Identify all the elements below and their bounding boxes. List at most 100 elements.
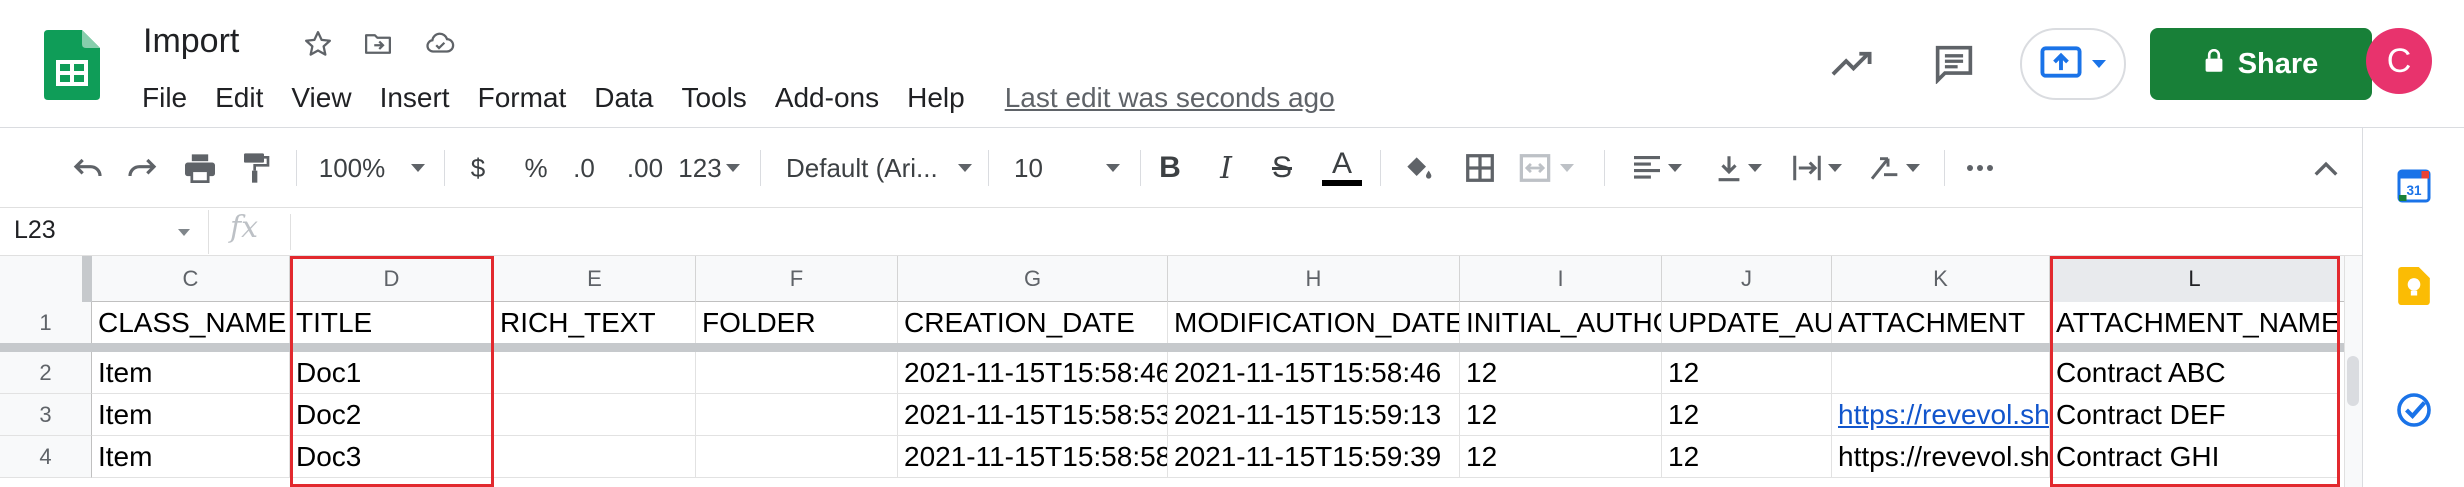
- move-folder-icon[interactable]: [358, 24, 398, 64]
- share-button[interactable]: Share: [2150, 28, 2372, 100]
- cell-e2[interactable]: [494, 352, 696, 394]
- present-button[interactable]: [2020, 28, 2126, 100]
- redo-icon[interactable]: [122, 148, 162, 188]
- cell-f2[interactable]: [696, 352, 898, 394]
- select-all-corner[interactable]: [0, 256, 92, 302]
- cell-j3[interactable]: 12: [1662, 394, 1832, 436]
- name-box-caret-icon[interactable]: [178, 229, 190, 236]
- cloud-saved-icon[interactable]: [420, 24, 460, 64]
- column-header-d[interactable]: D: [290, 256, 494, 302]
- cell-l3[interactable]: Contract DEF: [2050, 394, 2340, 436]
- format-percent-button[interactable]: %: [518, 148, 554, 188]
- cell-d4[interactable]: Doc3: [290, 436, 494, 478]
- comments-icon[interactable]: [1928, 38, 1980, 90]
- text-color-button[interactable]: A: [1322, 148, 1362, 188]
- cell-d3[interactable]: Doc2: [290, 394, 494, 436]
- cell-h2[interactable]: 2021-11-15T15:58:46: [1168, 352, 1460, 394]
- cell-l4[interactable]: Contract GHI: [2050, 436, 2340, 478]
- column-header-i[interactable]: I: [1460, 256, 1662, 302]
- formula-input[interactable]: [302, 216, 2332, 250]
- freeze-columns-handle[interactable]: [82, 256, 92, 302]
- column-header-e[interactable]: E: [494, 256, 696, 302]
- column-header-l[interactable]: L: [2050, 256, 2340, 302]
- row-header-1[interactable]: 1: [0, 302, 92, 344]
- row-header-4[interactable]: 4: [0, 436, 92, 478]
- decrease-decimals-button[interactable]: .0: [566, 148, 602, 188]
- format-currency-button[interactable]: $: [460, 148, 496, 188]
- column-header-c[interactable]: C: [92, 256, 290, 302]
- cell-e3[interactable]: [494, 394, 696, 436]
- cell-j1[interactable]: UPDATE_AU: [1662, 302, 1832, 344]
- print-icon[interactable]: [180, 148, 220, 188]
- menu-format[interactable]: Format: [464, 78, 581, 118]
- more-options-icon[interactable]: [1960, 148, 2000, 188]
- sheets-logo-icon[interactable]: [44, 30, 100, 100]
- column-header-g[interactable]: G: [898, 256, 1168, 302]
- row-header-3[interactable]: 3: [0, 394, 92, 436]
- increase-decimals-button[interactable]: .00: [620, 148, 670, 188]
- menu-edit[interactable]: Edit: [201, 78, 277, 118]
- vertical-align-icon[interactable]: [1708, 148, 1770, 188]
- strikethrough-button[interactable]: S: [1264, 148, 1300, 188]
- column-header-j[interactable]: J: [1662, 256, 1832, 302]
- cell-i1[interactable]: INITIAL_AUTHO: [1460, 302, 1662, 344]
- cell-l2[interactable]: Contract ABC: [2050, 352, 2340, 394]
- tasks-icon[interactable]: [2394, 390, 2434, 430]
- cell-j2[interactable]: 12: [1662, 352, 1832, 394]
- menu-insert[interactable]: Insert: [366, 78, 464, 118]
- cell-c2[interactable]: Item: [92, 352, 290, 394]
- zoom-select[interactable]: 100%: [316, 148, 428, 188]
- cell-e4[interactable]: [494, 436, 696, 478]
- column-header-k[interactable]: K: [1832, 256, 2050, 302]
- undo-icon[interactable]: [68, 148, 108, 188]
- cell-k3[interactable]: https://revevol.sha: [1832, 394, 2050, 436]
- menu-tools[interactable]: Tools: [667, 78, 760, 118]
- menu-add-ons[interactable]: Add-ons: [761, 78, 893, 118]
- horizontal-align-icon[interactable]: [1626, 148, 1688, 188]
- last-edit-link[interactable]: Last edit was seconds ago: [1005, 82, 1335, 114]
- cell-i4[interactable]: 12: [1460, 436, 1662, 478]
- keep-notes-icon[interactable]: [2394, 266, 2434, 306]
- name-box[interactable]: L23: [14, 216, 56, 245]
- vertical-scrollbar-thumb[interactable]: [2347, 356, 2359, 406]
- cell-k4[interactable]: https://revevol.sha: [1832, 436, 2050, 478]
- activity-dashboard-icon[interactable]: [1826, 38, 1878, 90]
- freeze-rows-handle[interactable]: [0, 343, 2362, 352]
- merge-cells-icon[interactable]: [1516, 148, 1576, 188]
- cell-g2[interactable]: 2021-11-15T15:58:46: [898, 352, 1168, 394]
- cell-f4[interactable]: [696, 436, 898, 478]
- star-icon[interactable]: [298, 24, 338, 64]
- cell-f3[interactable]: [696, 394, 898, 436]
- font-family-select[interactable]: Default (Ari...: [786, 148, 972, 188]
- font-size-select[interactable]: 10: [1014, 148, 1120, 188]
- menu-view[interactable]: View: [277, 78, 365, 118]
- cell-i2[interactable]: 12: [1460, 352, 1662, 394]
- cell-f1[interactable]: FOLDER: [696, 302, 898, 344]
- cell-c4[interactable]: Item: [92, 436, 290, 478]
- row-header-2[interactable]: 2: [0, 352, 92, 394]
- cell-g4[interactable]: 2021-11-15T15:58:58: [898, 436, 1168, 478]
- text-wrapping-icon[interactable]: [1786, 148, 1848, 188]
- calendar-icon[interactable]: 31: [2394, 166, 2434, 206]
- column-header-h[interactable]: H: [1168, 256, 1460, 302]
- cell-g1[interactable]: CREATION_DATE: [898, 302, 1168, 344]
- account-avatar[interactable]: C: [2366, 28, 2432, 94]
- collapse-menus-icon[interactable]: [2306, 148, 2346, 188]
- paint-format-icon[interactable]: [236, 148, 276, 188]
- cell-h3[interactable]: 2021-11-15T15:59:13: [1168, 394, 1460, 436]
- borders-icon[interactable]: [1460, 148, 1500, 188]
- menu-data[interactable]: Data: [580, 78, 667, 118]
- menu-file[interactable]: File: [128, 78, 201, 118]
- column-header-f[interactable]: F: [696, 256, 898, 302]
- cell-h4[interactable]: 2021-11-15T15:59:39: [1168, 436, 1460, 478]
- cell-l1[interactable]: ATTACHMENT_NAME: [2050, 302, 2340, 344]
- cell-d2[interactable]: Doc1: [290, 352, 494, 394]
- cell-k2[interactable]: [1832, 352, 2050, 394]
- cell-g3[interactable]: 2021-11-15T15:58:53: [898, 394, 1168, 436]
- cell-d1[interactable]: TITLE: [290, 302, 494, 344]
- present-caret-icon[interactable]: [2092, 60, 2106, 68]
- bold-button[interactable]: B: [1152, 148, 1188, 188]
- text-rotation-icon[interactable]: [1862, 148, 1926, 188]
- cell-h1[interactable]: MODIFICATION_DATE: [1168, 302, 1460, 344]
- document-title[interactable]: Import: [143, 22, 239, 61]
